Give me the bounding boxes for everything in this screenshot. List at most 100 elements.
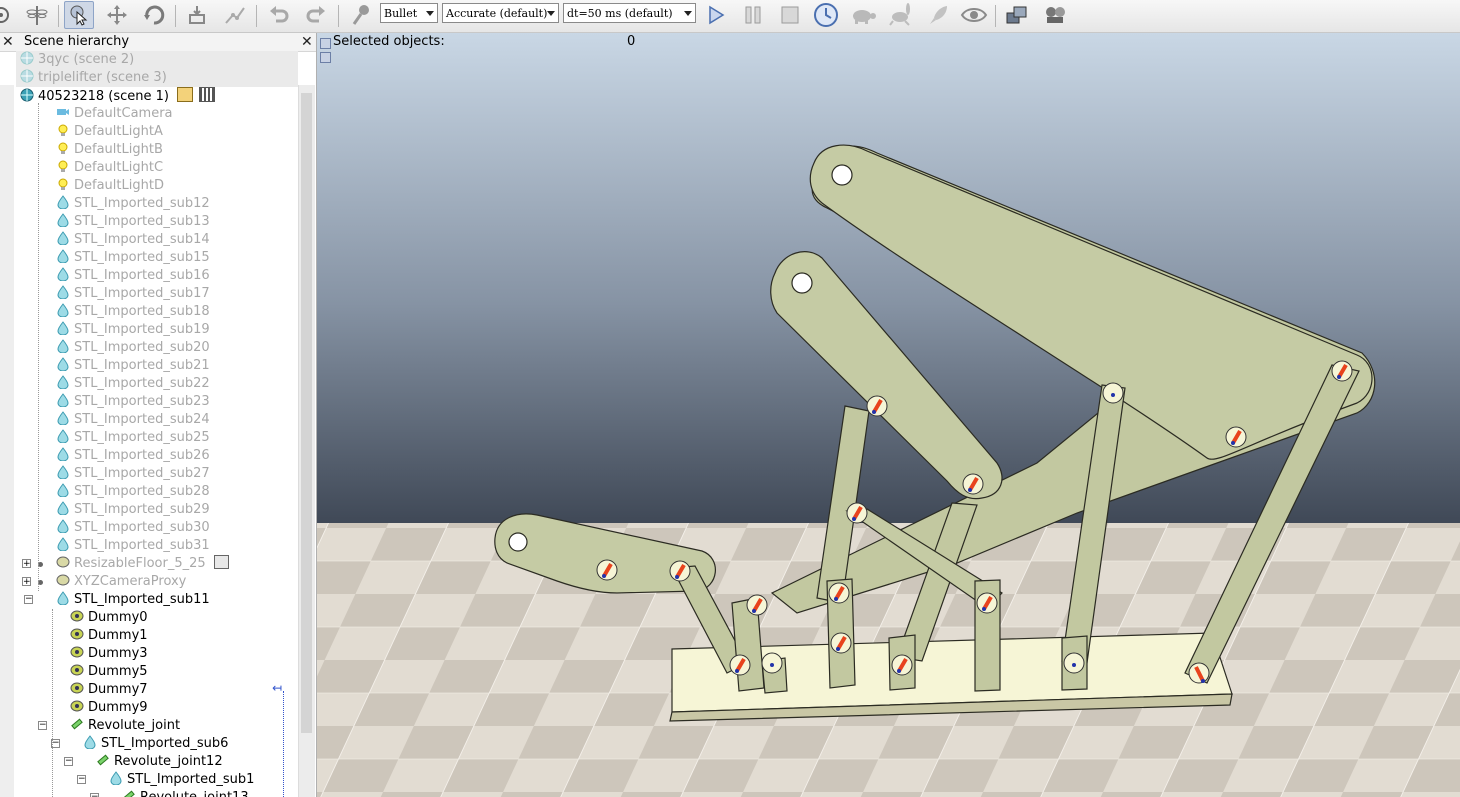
tree-item-label: STL_Imported_sub24 — [74, 412, 210, 427]
stop-icon[interactable] — [775, 1, 805, 29]
tree-item[interactable]: STL_Imported_sub19 — [56, 321, 298, 339]
tree-item[interactable]: Dummy5 — [70, 663, 298, 681]
tree-item[interactable]: DefaultLightA — [56, 123, 298, 141]
tree-item[interactable]: ResizableFloor_5_25 — [56, 555, 298, 573]
tree-item[interactable]: STL_Imported_sub29 — [56, 501, 298, 519]
tree-item[interactable]: Dummy7 — [70, 681, 298, 699]
timestep-select[interactable]: dt=50 ms (default) — [563, 3, 696, 23]
tree-item[interactable]: STL_Imported_sub28 — [56, 483, 298, 501]
tree-item[interactable]: STL_Imported_sub23 — [56, 393, 298, 411]
script-icon[interactable] — [177, 87, 194, 102]
tree-item[interactable]: STL_Imported_sub12 — [56, 195, 298, 213]
redo-icon[interactable] — [301, 1, 331, 29]
tree-item[interactable]: STL_Imported_sub25 — [56, 429, 298, 447]
sky-background — [317, 33, 1460, 525]
tree-item[interactable]: DefaultCamera — [56, 105, 298, 123]
tree-item[interactable]: STL_Imported_sub18 — [56, 303, 298, 321]
tree-item[interactable]: STL_Imported_sub26 — [56, 447, 298, 465]
realtime-icon[interactable] — [811, 1, 841, 29]
physics-engine-select[interactable]: Bullet — [380, 3, 438, 23]
tree-item[interactable]: STL_Imported_sub11 — [56, 591, 298, 609]
shape-icon — [56, 591, 74, 607]
play-icon[interactable] — [701, 1, 731, 29]
physics-engine-value: Bullet — [384, 7, 418, 20]
shape-icon — [56, 411, 74, 427]
tree-item[interactable]: 40523218 (scene 1) — [20, 87, 298, 105]
collapse-icon[interactable]: − — [64, 757, 73, 766]
translate-icon[interactable] — [102, 1, 132, 29]
pointer-icon[interactable] — [0, 1, 16, 29]
tree-item[interactable]: STL_Imported_sub14 — [56, 231, 298, 249]
tree-item[interactable]: DefaultLightC — [56, 159, 298, 177]
vertical-scrollbar[interactable] — [298, 85, 315, 797]
fast-icon[interactable] — [886, 1, 916, 29]
shape-icon — [83, 735, 101, 751]
expand-icon[interactable]: + — [22, 559, 31, 569]
tree-item[interactable]: 3qyc (scene 2) — [16, 51, 298, 69]
select-icon[interactable] — [64, 1, 94, 29]
tree-item[interactable]: Revolute_joint12 — [96, 753, 298, 771]
dynamics-icon[interactable] — [346, 1, 376, 29]
shape-icon — [56, 249, 74, 265]
tree-item[interactable]: STL_Imported_sub24 — [56, 411, 298, 429]
scene-render[interactable] — [317, 33, 1460, 797]
tree-item[interactable]: STL_Imported_sub20 — [56, 339, 298, 357]
tree-item[interactable]: STL_Imported_sub17 — [56, 285, 298, 303]
close-icon[interactable]: ✕ — [301, 35, 313, 49]
scene-globe-icon — [20, 88, 38, 104]
tree-item[interactable]: Dummy9 — [70, 699, 298, 717]
camera-icon[interactable] — [1041, 1, 1071, 29]
collapse-icon[interactable]: − — [77, 775, 86, 784]
shape-icon — [109, 771, 127, 787]
script-icon[interactable] — [213, 555, 229, 569]
tree-item[interactable]: STL_Imported_sub30 — [56, 519, 298, 537]
scene-viewport[interactable]: Selected objects: 0 — [317, 33, 1460, 797]
tree-item[interactable]: STL_Imported_sub31 — [56, 537, 298, 555]
left-scrollbar[interactable] — [0, 85, 14, 797]
tree-item[interactable]: DefaultLightB — [56, 141, 298, 159]
tree-item[interactable]: STL_Imported_sub21 — [56, 357, 298, 375]
tree-item[interactable]: Revolute_joint13 — [122, 789, 298, 797]
tree-item-label: STL_Imported_sub30 — [74, 520, 210, 535]
scrollbar-thumb[interactable] — [301, 93, 312, 733]
camera-icon — [56, 106, 74, 121]
tree-item[interactable]: STL_Imported_sub16 — [56, 267, 298, 285]
collapse-icon[interactable]: − — [24, 595, 33, 604]
close-icon[interactable]: ✕ — [2, 35, 14, 49]
accuracy-select[interactable]: Accurate (default) — [442, 3, 559, 23]
assembly-icon[interactable] — [182, 1, 212, 29]
dynamics-icon[interactable] — [199, 87, 216, 102]
tree-item[interactable]: STL_Imported_sub22 — [56, 375, 298, 393]
rotate-icon[interactable] — [139, 1, 169, 29]
expand-icon[interactable]: + — [22, 577, 31, 587]
dragonfly-icon[interactable] — [22, 1, 52, 29]
slow-icon[interactable] — [848, 1, 878, 29]
tree-item[interactable]: DefaultLightD — [56, 177, 298, 195]
rocket-icon[interactable] — [924, 1, 954, 29]
eye-icon[interactable] — [959, 1, 989, 29]
collapse-icon[interactable]: − — [38, 721, 47, 730]
tree-item[interactable]: Dummy1 — [70, 627, 298, 645]
tree-item[interactable]: STL_Imported_sub6 — [83, 735, 298, 753]
layers-icon[interactable] — [1003, 1, 1033, 29]
pause-icon[interactable] — [738, 1, 768, 29]
tree-item[interactable]: Revolute_joint — [70, 717, 298, 735]
tree-item-label: Dummy3 — [88, 646, 148, 661]
tree-item[interactable]: STL_Imported_sub27 — [56, 465, 298, 483]
tree-item[interactable]: STL_Imported_sub15 — [56, 249, 298, 267]
collapse-info-button[interactable] — [320, 38, 331, 49]
path-icon[interactable] — [220, 1, 250, 29]
tree-item[interactable]: Dummy3 — [70, 645, 298, 663]
scene-hierarchy-panel: ✕ Scene hierarchy ✕ 3qyc (scene 2) triple… — [0, 33, 317, 797]
tree-item[interactable]: STL_Imported_sub13 — [56, 213, 298, 231]
tree-item[interactable]: Dummy0 — [70, 609, 298, 627]
tree-item[interactable]: XYZCameraProxy — [56, 573, 298, 591]
tree-item-label: STL_Imported_sub28 — [74, 484, 210, 499]
tree-item[interactable]: STL_Imported_sub1 — [109, 771, 298, 789]
expand-info-button[interactable] — [320, 52, 331, 63]
dummy-icon — [70, 700, 88, 715]
collapse-icon[interactable]: − — [90, 793, 99, 797]
tree-item-label: STL_Imported_sub6 — [101, 736, 229, 751]
undo-icon[interactable] — [264, 1, 294, 29]
tree-item[interactable]: triplelifter (scene 3) — [16, 69, 298, 87]
